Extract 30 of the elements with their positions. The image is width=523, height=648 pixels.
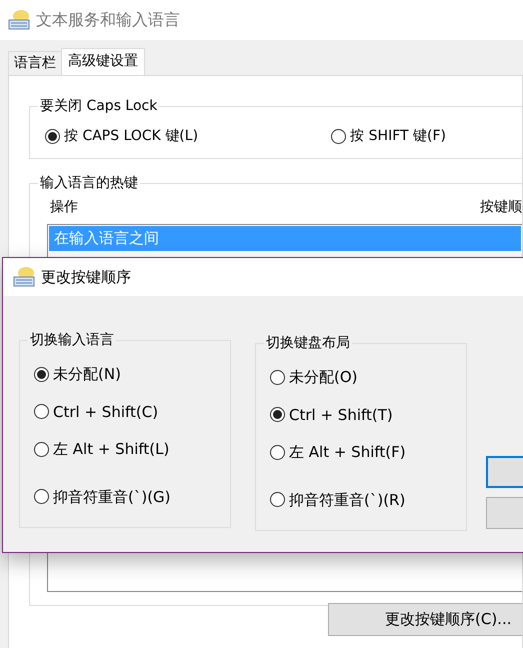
radio-button[interactable]: [270, 407, 285, 422]
radio-label[interactable]: 左 Alt + Shift(F): [289, 441, 406, 464]
radio-button[interactable]: [34, 489, 49, 504]
radio-label[interactable]: Ctrl + Shift(T): [289, 404, 393, 426]
radio-button[interactable]: [270, 444, 285, 460]
radio-label[interactable]: 未分配(O): [289, 366, 358, 388]
radio-button[interactable]: [34, 404, 49, 420]
radio-button[interactable]: [34, 366, 49, 382]
group-title: 要关闭 Caps Lock: [38, 96, 160, 116]
radio-label[interactable]: 按 SHIFT 键(F): [350, 126, 446, 147]
radio-button[interactable]: [270, 370, 285, 385]
keyboard-icon: [8, 9, 30, 31]
radio-label[interactable]: Ctrl + Shift(C): [53, 400, 158, 423]
radio-label[interactable]: 抑音符重音(`)(G): [53, 486, 171, 508]
column-header: 操作: [50, 198, 78, 217]
column-header: 按键顺: [480, 198, 522, 217]
radio-label[interactable]: 抑音符重音(`)(R): [289, 488, 406, 511]
dialog-title: 更改按键顺序: [41, 266, 131, 288]
keyboard-icon: [13, 266, 35, 288]
radio-button[interactable]: [331, 129, 346, 144]
change-key-sequence-button[interactable]: 更改按键顺序(C)...: [328, 603, 522, 636]
radio-label[interactable]: 左 Alt + Shift(L): [53, 438, 170, 460]
radio-button[interactable]: [45, 129, 60, 144]
window-title: 文本服务和输入语言: [36, 9, 180, 31]
radio-button[interactable]: [34, 442, 49, 457]
tab[interactable]: 高级键设置: [61, 48, 145, 75]
radio-label[interactable]: 未分配(N): [53, 363, 121, 386]
radio-button[interactable]: [270, 492, 285, 508]
tab[interactable]: 语言栏: [8, 51, 62, 75]
radio-label[interactable]: 按 CAPS LOCK 键(L): [64, 126, 198, 147]
